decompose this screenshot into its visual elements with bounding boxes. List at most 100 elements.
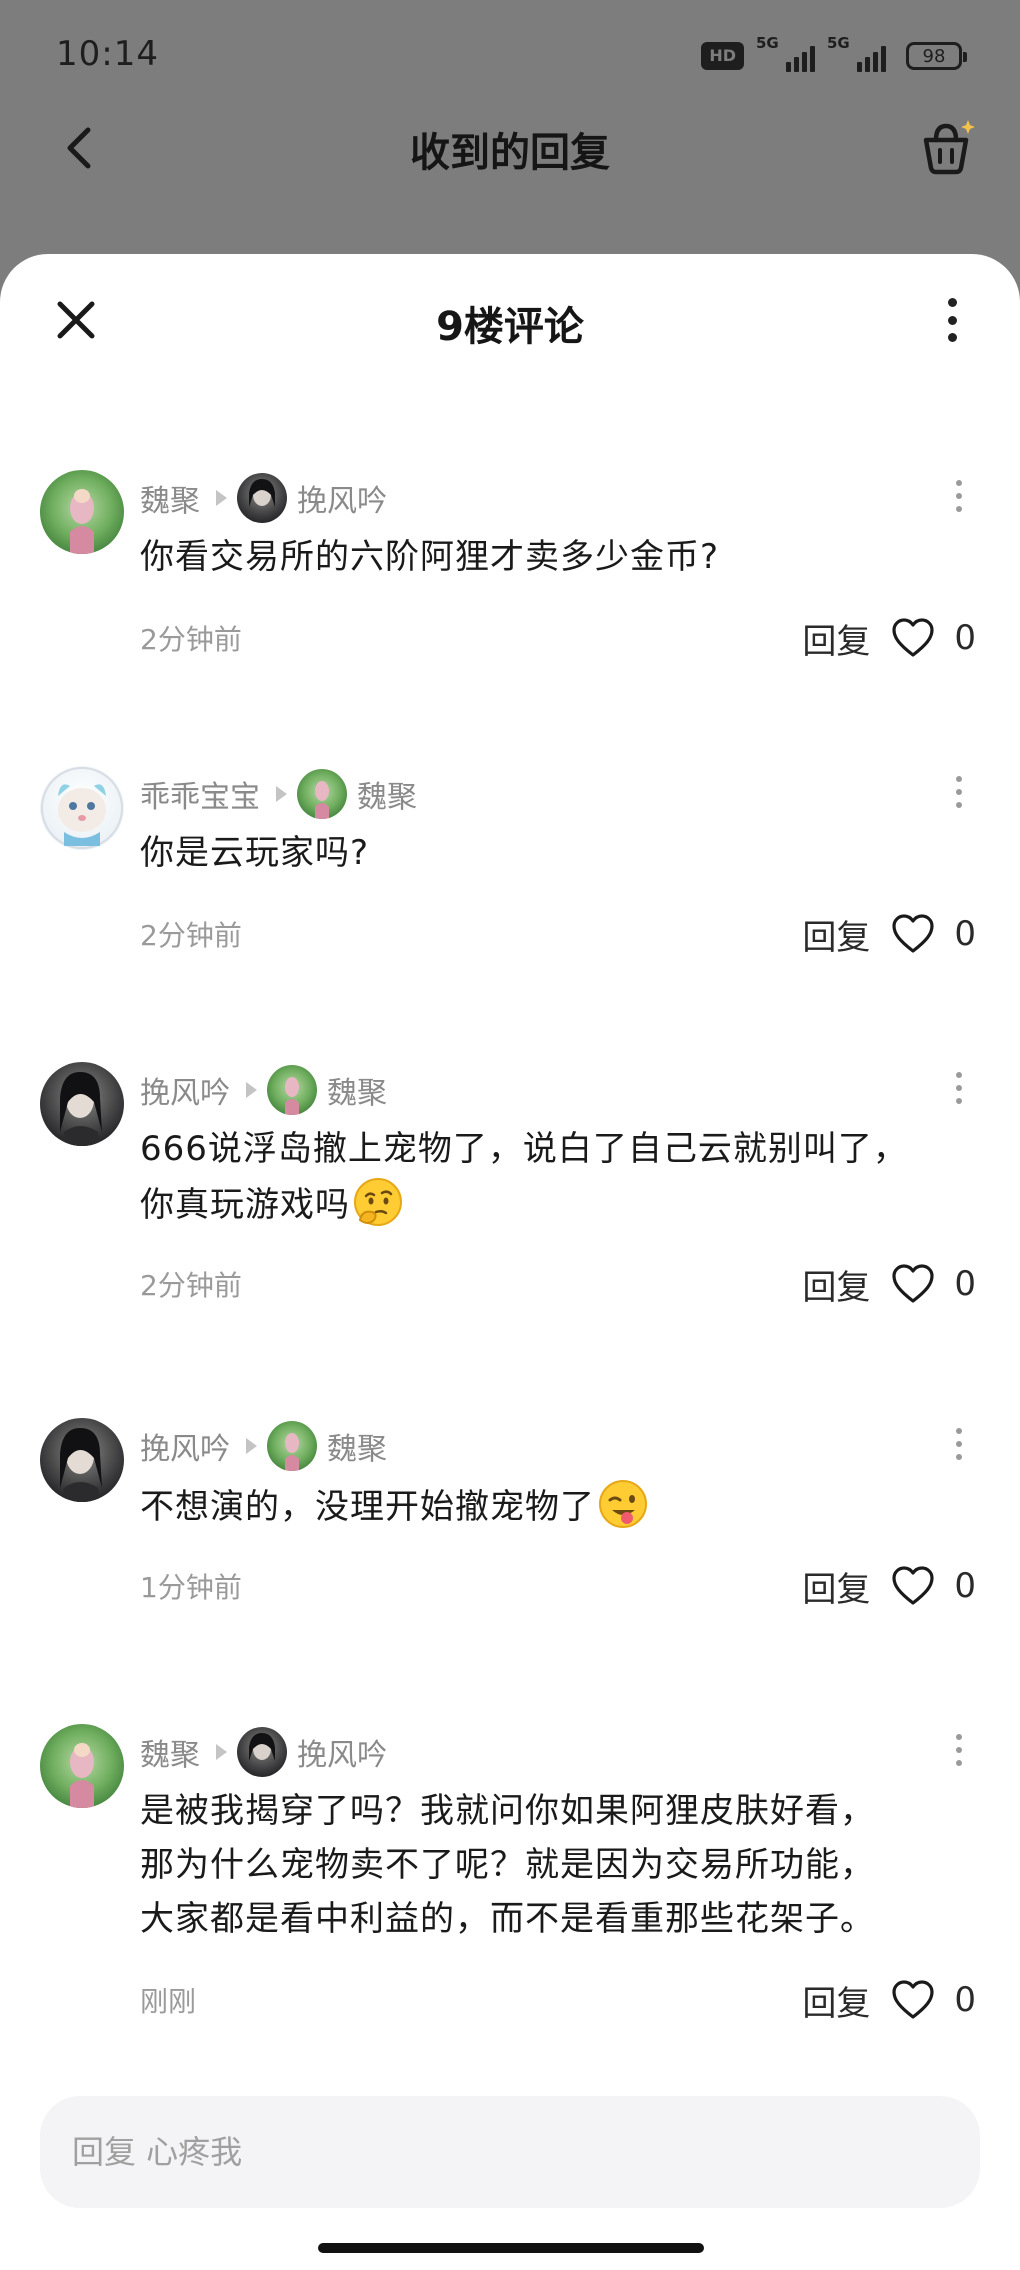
comment-actions: 回复 0 [802,1258,976,1310]
comment-line: 不想演的，没理开始撤宠物了 [140,1487,595,1527]
status-time: 10:14 [56,34,159,74]
more-vertical-icon [947,298,957,307]
avatar[interactable] [40,1062,124,1146]
reply-arrow-icon [246,1438,257,1454]
more-vertical-icon [956,480,962,486]
reply-to-name[interactable]: 魏聚 [327,1424,387,1468]
comment-line: 是被我揭穿了吗？我就问你如果阿狸皮肤好看， [140,1791,875,1831]
more-options-button[interactable] [932,292,972,348]
comment-time: 2分钟前 [140,1269,242,1302]
comment-thread-sheet: 9楼评论 魏聚 挽风吟 你看交易所的六阶阿狸才卖多少金币? 2分钟前 回复 0 … [0,254,1020,2270]
author-row: 挽风吟 魏聚 [140,1065,387,1115]
heart-icon[interactable] [890,1261,936,1307]
like-count: 0 [954,1980,976,2020]
network-type-label: 5G [756,34,779,52]
author-name[interactable]: 魏聚 [140,476,200,520]
comment-line: 666说浮岛撤上宠物了，说白了自己云就别叫了， [140,1129,908,1169]
comment-more-button[interactable] [944,476,974,516]
avatar[interactable] [40,1418,124,1502]
reply-to-avatar [237,473,287,523]
comment-actions: 回复 0 [802,1560,976,1612]
like-count: 0 [954,1264,976,1304]
comment-more-button[interactable] [944,1730,974,1770]
page-title: 收到的回复 [410,130,610,176]
basket-icon [923,120,975,175]
comment-actions: 回复 0 [802,1974,976,2026]
comment-time: 1分钟前 [140,1571,242,1604]
status-bar: 10:14 HD 5G 5G 98 [0,0,1020,116]
avatar[interactable] [40,470,124,554]
thinking-face-icon [354,1178,402,1226]
like-count: 0 [954,1566,976,1606]
sheet-header: 9楼评论 [0,254,1020,384]
avatar[interactable] [40,766,124,850]
page-header: 收到的回复 [0,100,1020,196]
reply-to-avatar [267,1065,317,1115]
reply-to-name[interactable]: 魏聚 [327,1068,387,1112]
author-row: 魏聚 挽风吟 [140,473,387,523]
comment-text: 你看交易所的六阶阿狸才卖多少金币? [140,530,970,584]
reply-arrow-icon [216,490,227,506]
author-name[interactable]: 魏聚 [140,1730,200,1774]
reply-to-avatar [267,1421,317,1471]
home-indicator[interactable] [318,2243,704,2253]
author-row: 挽风吟 魏聚 [140,1421,387,1471]
winking-tongue-face-icon [599,1480,647,1528]
comment-more-button[interactable] [944,772,974,812]
comment-text: 是被我揭穿了吗？我就问你如果阿狸皮肤好看， 那为什么宠物卖不了呢？就是因为交易所… [140,1784,970,1946]
heart-icon[interactable] [890,615,936,661]
reply-arrow-icon [216,1744,227,1760]
like-count: 0 [954,618,976,658]
comment-more-button[interactable] [944,1068,974,1108]
reply-arrow-icon [276,786,287,802]
comment-time: 2分钟前 [140,623,242,656]
battery-level: 98 [922,45,946,67]
network-type-label: 5G [827,34,850,52]
reply-to-name[interactable]: 魏聚 [357,772,417,816]
comment-actions: 回复 0 [802,612,976,664]
comment-more-button[interactable] [944,1424,974,1464]
comment-line: 你真玩游戏吗 [140,1185,350,1225]
heart-icon[interactable] [890,1977,936,2023]
reply-to-name[interactable]: 挽风吟 [297,476,387,520]
avatar[interactable] [40,1724,124,1808]
reply-button[interactable]: 回复 [802,1976,870,2025]
status-icons: HD 5G 5G 98 [701,34,967,74]
battery-icon: 98 [906,42,967,70]
author-name[interactable]: 挽风吟 [140,1068,230,1112]
reply-button[interactable]: 回复 [802,910,870,959]
heart-icon[interactable] [890,911,936,957]
comment-text: 你是云玩家吗? [140,826,970,880]
comment-actions: 回复 0 [802,908,976,960]
reply-to-name[interactable]: 挽风吟 [297,1730,387,1774]
more-vertical-icon [956,1734,962,1740]
author-name[interactable]: 挽风吟 [140,1424,230,1468]
comment-text: 666说浮岛撤上宠物了，说白了自己云就别叫了， 你真玩游戏吗 [140,1122,970,1232]
author-name[interactable]: 乖乖宝宝 [140,772,260,816]
reply-to-avatar [297,769,347,819]
reply-button[interactable]: 回复 [802,1260,870,1309]
comment-time: 刚刚 [140,1985,197,2018]
reply-arrow-icon [246,1082,257,1098]
sheet-title: 9楼评论 [436,304,584,350]
author-row: 乖乖宝宝 魏聚 [140,769,417,819]
more-vertical-icon [956,1072,962,1078]
comment-line: 你是云玩家吗? [140,833,370,873]
comment-line: 那为什么宠物卖不了呢？就是因为交易所功能， [140,1845,875,1885]
author-row: 魏聚 挽风吟 [140,1727,387,1777]
like-count: 0 [954,914,976,954]
comment-time: 2分钟前 [140,919,242,952]
signal-icon: 5G [756,34,815,72]
heart-icon[interactable] [890,1563,936,1609]
signal-icon: 5G [827,34,886,72]
more-vertical-icon [956,1428,962,1434]
reply-to-avatar [237,1727,287,1777]
more-vertical-icon [956,776,962,782]
reply-input[interactable] [40,2096,980,2208]
comment-text: 不想演的，没理开始撤宠物了 [140,1478,970,1534]
reply-button[interactable]: 回复 [802,1562,870,1611]
hd-badge: HD [701,42,744,70]
basket-button[interactable] [914,114,980,180]
reply-button[interactable]: 回复 [802,614,870,663]
comment-line: 大家都是看中利益的，而不是看重那些花架子。 [140,1899,875,1939]
